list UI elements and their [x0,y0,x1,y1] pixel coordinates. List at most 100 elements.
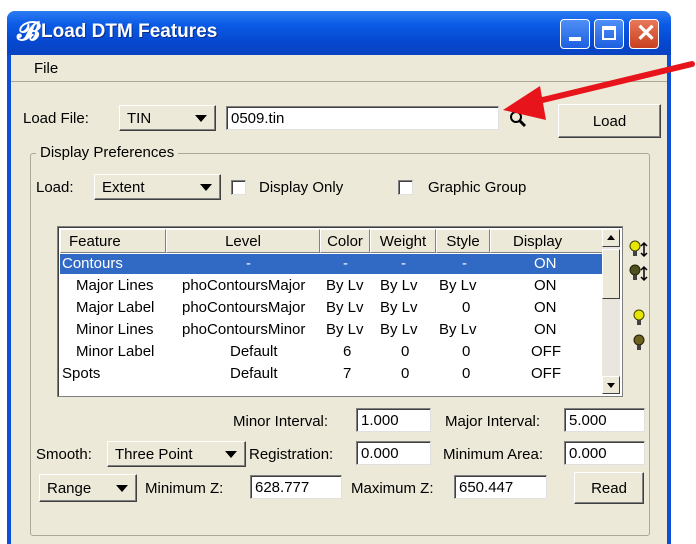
cell-level: phoContoursMajor [182,277,306,294]
graphic-group-label: Graphic Group [428,179,527,196]
minimize-button[interactable] [560,19,590,49]
graphic-group-checkbox[interactable] [398,180,413,195]
table-header: Feature Level Color Weight Style Display [60,229,605,253]
display-only-label: Display Only [259,179,344,196]
table-row[interactable]: Contours - - - - ON [60,254,605,274]
range-value: Range [47,480,92,497]
cell-color: By Lv [326,299,364,316]
table-row[interactable]: Minor Lines phoContoursMinor By Lv By Lv… [60,320,605,340]
file-name-value: 0509.tin [231,110,285,127]
feature-table[interactable]: Feature Level Color Weight Style Display… [57,226,623,397]
cell-level: Default [230,365,278,382]
display-preferences-title: Display Preferences [36,144,179,161]
cell-level: Default [230,343,278,360]
close-icon: ✕ [636,20,657,47]
minimum-z-input[interactable]: 628.777 [250,475,342,499]
column-level[interactable]: Level [166,229,320,253]
major-interval-label: Major Interval: [445,413,541,430]
column-color[interactable]: Color [320,229,370,253]
cell-color: 7 [343,365,352,382]
cell-feature: Major Label [76,299,155,316]
maximize-button[interactable] [594,19,624,49]
cell-weight: By Lv [380,299,418,316]
column-weight[interactable]: Weight [370,229,436,253]
registration-input[interactable]: 0.000 [356,441,431,465]
column-style[interactable]: Style [436,229,490,253]
maximum-z-input[interactable]: 650.447 [454,475,547,499]
dialog-body: File Load File: TIN 0509.tin Load Displa… [11,55,667,544]
cell-weight: 0 [401,365,410,382]
cell-weight: By Lv [380,321,418,338]
magnifier-icon[interactable] [509,110,527,128]
load-extent-dropdown[interactable]: Extent [94,174,221,200]
minimum-area-input[interactable]: 0.000 [564,441,645,465]
cell-level: - [246,255,251,272]
display-only-checkbox[interactable] [231,180,246,195]
table-scrollbar[interactable] [602,229,620,394]
chevron-down-icon [225,451,237,458]
load-file-type-dropdown[interactable]: TIN [119,105,216,131]
column-feature[interactable]: Feature [60,229,166,253]
file-name-input[interactable]: 0509.tin [226,106,499,130]
chevron-down-icon [195,115,207,122]
minor-interval-label: Minor Interval: [233,413,329,430]
maximize-icon [602,26,616,40]
maximum-z-label: Maximum Z: [351,480,434,497]
menu-file[interactable]: File [34,60,58,77]
load-file-type-value: TIN [127,110,152,127]
load-file-label: Load File: [23,110,89,127]
major-interval-value: 5.000 [569,412,607,429]
load-extent-value: Extent [102,179,145,196]
cell-feature: Major Lines [76,277,154,294]
table-row[interactable]: Major Label phoContoursMajor By Lv By Lv… [60,298,605,318]
cell-display: ON [534,255,557,272]
table-row[interactable]: Major Lines phoContoursMajor By Lv By Lv… [60,276,605,296]
table-row[interactable]: Minor Label Default 6 0 0 OFF [60,342,605,362]
cell-style: 0 [462,299,471,316]
minimum-z-value: 628.777 [255,479,310,496]
cell-feature: Contours [62,255,123,272]
bulb-on-toggle-icon[interactable] [629,240,649,260]
cell-level: phoContoursMajor [182,299,306,316]
column-display[interactable]: Display [490,229,605,253]
scroll-up-button[interactable] [602,229,620,247]
scroll-thumb[interactable] [602,249,620,299]
read-button[interactable]: Read [574,472,644,504]
cell-style: 0 [462,365,471,382]
registration-label: Registration: [249,446,334,463]
cell-feature: Spots [62,365,101,382]
range-dropdown[interactable]: Range [39,474,137,502]
cell-feature: Minor Lines [76,321,154,338]
major-interval-input[interactable]: 5.000 [564,408,645,432]
minimum-area-label: Minimum Area: [443,446,544,463]
arrow-down-icon [607,383,615,388]
close-button[interactable]: ✕ [629,19,659,49]
bulb-off-icon[interactable] [633,334,647,354]
bulb-on-icon[interactable] [633,309,647,329]
cell-color: 6 [343,343,352,360]
menu-bar: File [11,55,667,82]
cell-style: By Lv [439,321,477,338]
cell-display: OFF [531,365,561,382]
window-title: Load DTM Features [41,21,218,42]
registration-value: 0.000 [361,445,399,462]
bentley-b-icon: 𝓑 [17,17,40,47]
title-bar[interactable]: 𝓑 Load DTM Features ✕ [7,11,671,55]
chevron-down-icon [200,184,212,191]
dialog-window: 𝓑 Load DTM Features ✕ File Load File: TI… [7,11,671,544]
load-button[interactable]: Load [558,104,661,138]
cell-level: phoContoursMinor [182,321,306,338]
cell-color: By Lv [326,321,364,338]
cell-display: ON [534,277,557,294]
cell-style: 0 [462,343,471,360]
cell-style: By Lv [439,277,477,294]
cell-style: - [462,255,467,272]
smooth-dropdown[interactable]: Three Point [107,441,246,467]
cell-feature: Minor Label [76,343,155,360]
maximum-z-value: 650.447 [459,479,514,496]
minor-interval-input[interactable]: 1.000 [356,408,431,432]
cell-display: ON [534,299,557,316]
bulb-toggle-icon[interactable] [629,264,649,284]
table-row[interactable]: Spots Default 7 0 0 OFF [60,364,605,384]
scroll-down-button[interactable] [602,376,620,394]
